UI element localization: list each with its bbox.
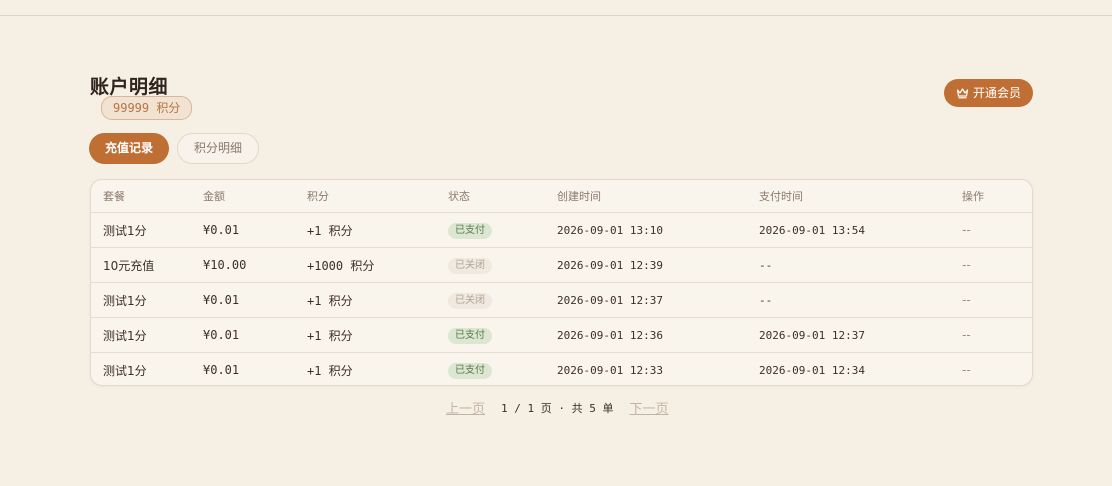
cell-created-time: 2026-09-01 12:33 xyxy=(557,363,663,377)
cell-paid-time: -- xyxy=(759,282,962,318)
cell-status: 已关闭 xyxy=(448,247,557,283)
cell-amount: ¥0.01 xyxy=(203,363,240,377)
status-badge: 已关闭 xyxy=(448,257,492,274)
cell-actions: -- xyxy=(962,212,1032,248)
table-header-row: 套餐 金额 积分 状态 创建时间 支付时间 操作 xyxy=(91,180,1032,213)
status-badge: 已关闭 xyxy=(448,292,492,309)
cell-amount: ¥10.00 xyxy=(203,247,307,283)
open-vip-button[interactable]: 开通会员 xyxy=(943,79,1033,107)
cell-status: 已关闭 xyxy=(448,282,557,318)
status-badge: 已支付 xyxy=(448,362,492,379)
tab-bar: 充值记录 积分明细 xyxy=(89,133,260,164)
cell-plan: 测试1分 xyxy=(103,363,147,378)
column-header-plan: 套餐 xyxy=(91,180,203,213)
cell-points: +1 积分 xyxy=(307,282,448,318)
tab-points-details[interactable]: 积分明细 xyxy=(177,133,260,164)
cell-status: 已支付 xyxy=(448,353,557,386)
cell-paid-time: 2026-09-01 12:34 xyxy=(759,363,865,377)
column-header-created-time: 创建时间 xyxy=(557,180,759,213)
cell-points: +1000 积分 xyxy=(307,247,448,283)
cell-status: 已支付 xyxy=(448,317,557,353)
column-header-status: 状态 xyxy=(448,180,557,213)
cell-plan: 测试1分 xyxy=(91,317,203,353)
table-row: 测试1分 ¥0.01 +1 积分 已支付 2026-09-01 13:10 20… xyxy=(91,212,1032,248)
cell-actions: -- xyxy=(962,363,971,377)
cell-points: +1 积分 xyxy=(307,212,448,248)
cell-created-time: 2026-09-01 12:37 xyxy=(557,282,759,318)
table-row: 10元充值 ¥10.00 +1000 积分 已关闭 2026-09-01 12:… xyxy=(91,247,1032,283)
column-header-amount: 金额 xyxy=(203,180,307,213)
page-title: 账户明细 xyxy=(90,76,169,98)
table-row: 测试1分 ¥0.01 +1 积分 已关闭 2026-09-01 12:37 --… xyxy=(91,282,1032,318)
cell-actions: -- xyxy=(962,282,1032,318)
status-badge: 已支付 xyxy=(448,327,492,344)
cell-actions: -- xyxy=(962,317,1032,353)
column-header-paid-time: 支付时间 xyxy=(759,180,962,213)
account-header: 账户明细 99999 积分 开通会员 xyxy=(90,72,1033,122)
cell-points: +1 积分 xyxy=(307,317,448,353)
table-row: 测试1分 ¥0.01 +1 积分 已支付 2026-09-01 12:36 20… xyxy=(91,317,1032,353)
points-badge: 99999 积分 xyxy=(101,96,193,120)
records-table-card: 套餐 金额 积分 状态 创建时间 支付时间 操作 测试1分 ¥0.01 +1 积… xyxy=(90,179,1033,386)
open-vip-label: 开通会员 xyxy=(972,86,1021,100)
cell-amount: ¥0.01 xyxy=(203,282,307,318)
cell-status: 已支付 xyxy=(448,212,557,248)
table-row: 测试1分 ¥0.01 +1 积分 已支付 2026-09-01 12:33 20… xyxy=(91,353,1032,386)
records-table: 套餐 金额 积分 状态 创建时间 支付时间 操作 测试1分 ¥0.01 +1 积… xyxy=(91,180,1032,386)
cell-points: +1 积分 xyxy=(307,363,353,378)
top-bar xyxy=(0,0,1112,16)
column-header-points: 积分 xyxy=(307,180,448,213)
column-header-actions: 操作 xyxy=(962,180,1032,213)
cell-plan: 测试1分 xyxy=(91,212,203,248)
tab-recharge-records[interactable]: 充值记录 xyxy=(89,133,170,164)
cell-actions: -- xyxy=(962,247,1032,283)
next-page-link[interactable]: 下一页 xyxy=(630,398,669,417)
cell-paid-time: -- xyxy=(759,247,962,283)
prev-page-link[interactable]: 上一页 xyxy=(446,398,485,417)
page-info: 1 / 1 页 · 共 5 单 xyxy=(501,401,614,415)
cell-created-time: 2026-09-01 13:10 xyxy=(557,212,759,248)
status-badge: 已支付 xyxy=(448,222,492,239)
cell-amount: ¥0.01 xyxy=(203,212,307,248)
cell-created-time: 2026-09-01 12:36 xyxy=(557,317,759,353)
cell-plan: 10元充值 xyxy=(91,247,203,283)
cell-paid-time: 2026-09-01 13:54 xyxy=(759,212,962,248)
pagination: 上一页 1 / 1 页 · 共 5 单 下一页 xyxy=(446,398,669,418)
cell-plan: 测试1分 xyxy=(91,282,203,318)
crown-icon xyxy=(956,87,969,99)
cell-paid-time: 2026-09-01 12:37 xyxy=(759,317,962,353)
cell-amount: ¥0.01 xyxy=(203,317,307,353)
cell-created-time: 2026-09-01 12:39 xyxy=(557,247,759,283)
